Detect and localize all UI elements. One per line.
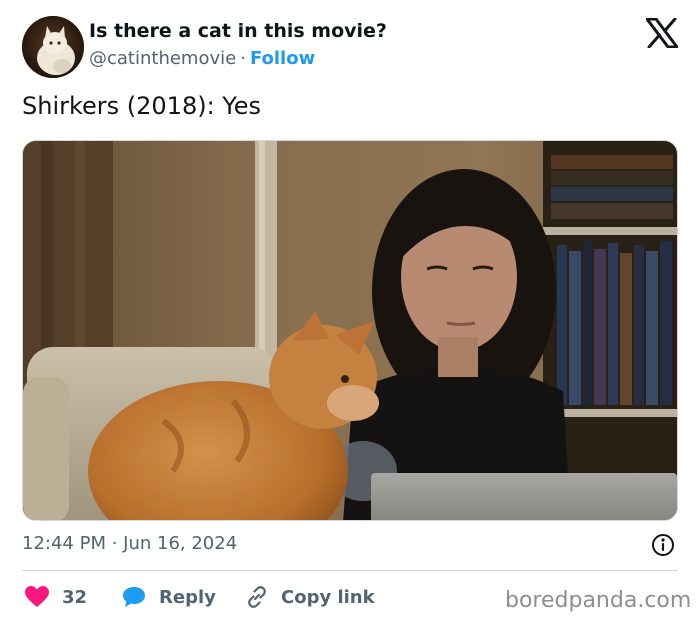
boredpanda-watermark: boredpanda.com — [505, 588, 692, 613]
x-logo-icon[interactable] — [645, 17, 679, 49]
action-divider — [22, 570, 678, 571]
copy-link-button[interactable]: Copy link — [245, 584, 375, 610]
author-handle[interactable]: @catinthemovie — [89, 48, 236, 69]
author-avatar[interactable] — [22, 16, 84, 78]
speech-bubble-icon — [123, 587, 145, 607]
like-button[interactable]: 32 — [24, 584, 87, 610]
info-icon[interactable] — [651, 533, 675, 557]
reply-label: Reply — [159, 586, 216, 608]
copy-link-label: Copy link — [281, 586, 375, 608]
author-handle-line: @catinthemovie · Follow — [89, 48, 315, 69]
tweet-media-image[interactable] — [22, 140, 678, 521]
heart-icon — [25, 586, 49, 607]
tweet-timestamp[interactable]: 12:44 PM · Jun 16, 2024 — [22, 533, 237, 554]
handle-separator: · — [240, 48, 246, 69]
link-icon — [248, 586, 266, 608]
follow-button[interactable]: Follow — [250, 48, 315, 69]
author-display-name[interactable]: Is there a cat in this movie? — [89, 20, 387, 42]
reply-button[interactable]: Reply — [121, 584, 216, 610]
like-count: 32 — [62, 586, 88, 608]
tweet-text: Shirkers (2018): Yes — [22, 92, 262, 120]
tweet-card: Is there a cat in this movie? @catinthem… — [0, 0, 700, 623]
